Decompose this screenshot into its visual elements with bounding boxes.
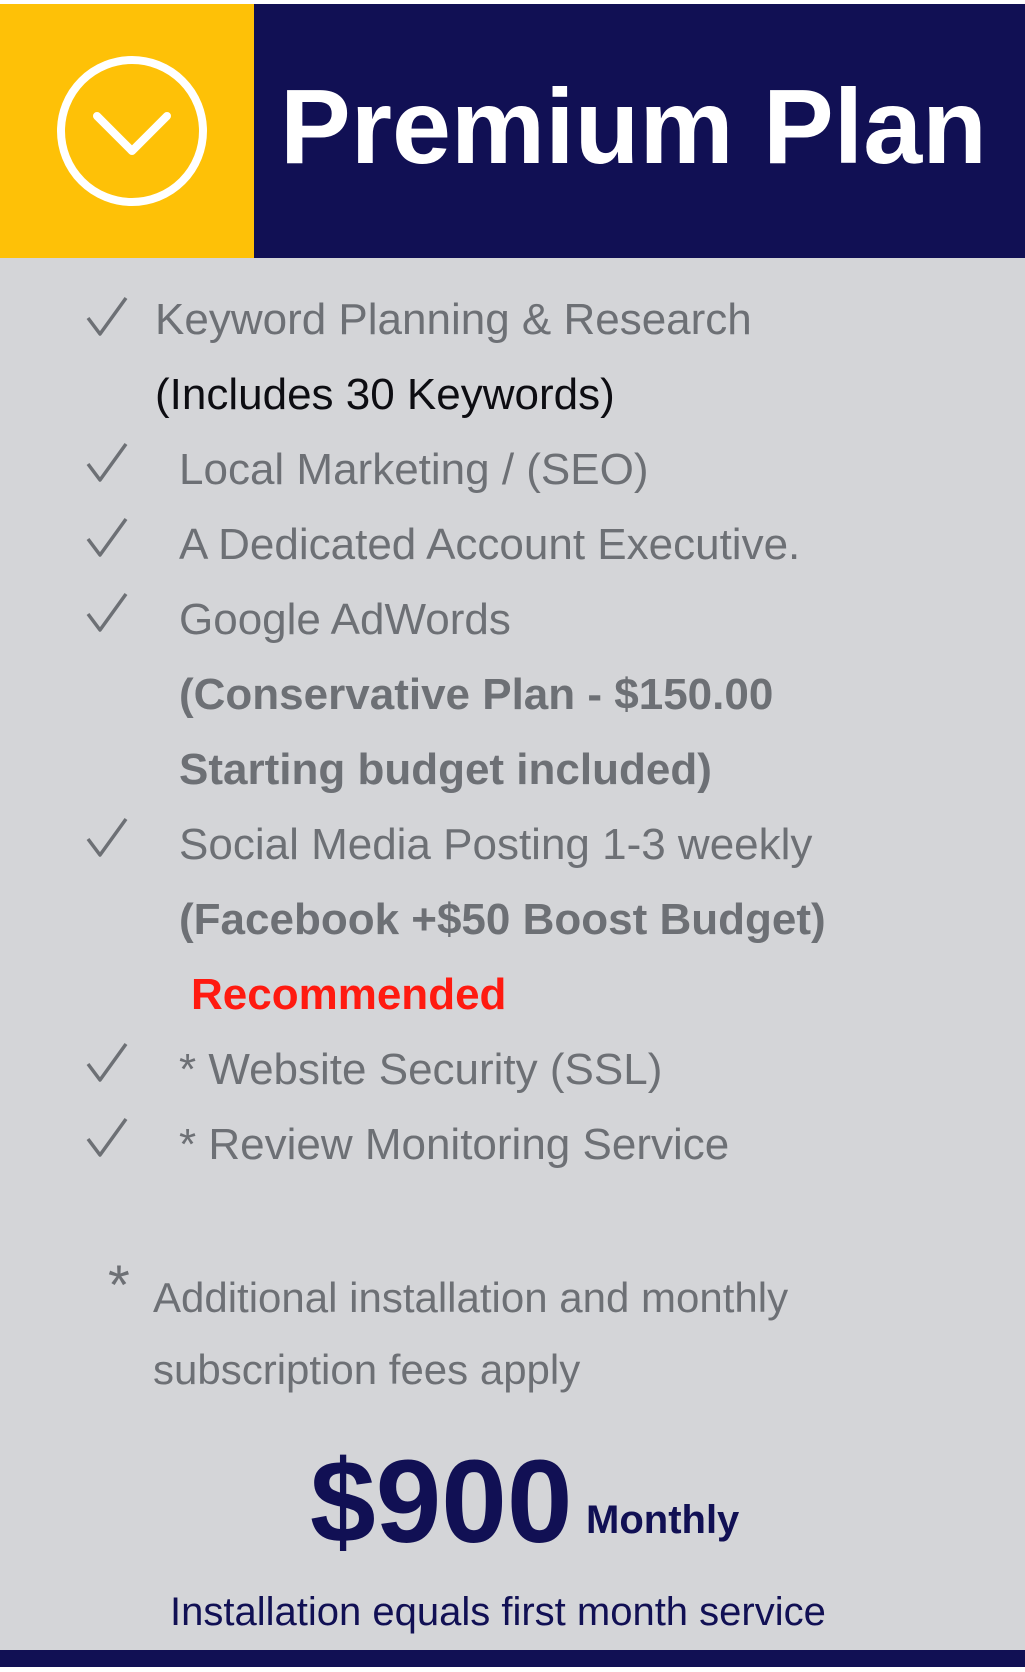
price-period: Monthly bbox=[586, 1498, 740, 1542]
header-title-block: Premium Plan bbox=[254, 4, 1025, 258]
feature-adwords-plan: (Conservative Plan - $150.00 bbox=[179, 670, 774, 719]
feature-adwords-budget: Starting budget included) bbox=[179, 745, 712, 794]
check-icon bbox=[86, 1117, 128, 1157]
pricing-card: Premium Plan Keyword Planning & Research… bbox=[0, 0, 1025, 1672]
check-icon bbox=[86, 517, 128, 557]
feature-keyword-detail: (Includes 30 Keywords) bbox=[155, 370, 615, 419]
footnote-line-2: subscription fees apply bbox=[153, 1346, 581, 1393]
plan-title: Premium Plan bbox=[280, 68, 987, 186]
feature-social-boost: (Facebook +$50 Boost Budget) bbox=[179, 895, 826, 944]
bottom-edge bbox=[0, 1667, 1025, 1672]
installation-note: Installation equals first month service bbox=[170, 1590, 826, 1634]
check-icon bbox=[86, 296, 128, 336]
feature-social-media: Social Media Posting 1-3 weekly bbox=[179, 820, 813, 869]
chevron-down-circle-icon bbox=[57, 56, 207, 206]
feature-website-security: * Website Security (SSL) bbox=[179, 1045, 663, 1094]
feature-google-adwords: Google AdWords bbox=[179, 595, 511, 644]
check-icon bbox=[86, 817, 128, 857]
check-icon bbox=[86, 592, 128, 632]
recommended-label: Recommended bbox=[191, 970, 507, 1019]
plan-header: Premium Plan bbox=[0, 4, 1025, 258]
check-icon bbox=[86, 1042, 128, 1082]
feature-local-marketing: Local Marketing / (SEO) bbox=[179, 445, 649, 494]
feature-keyword-planning: Keyword Planning & Research bbox=[155, 295, 752, 344]
feature-review-monitoring: * Review Monitoring Service bbox=[179, 1120, 730, 1169]
footnote-line-1: Additional installation and monthly bbox=[153, 1274, 789, 1321]
feature-account-executive: A Dedicated Account Executive. bbox=[179, 520, 801, 569]
footnote-asterisk: * bbox=[108, 1253, 130, 1316]
check-icon bbox=[86, 442, 128, 482]
price-amount: $900 bbox=[310, 1436, 573, 1568]
header-accent-block bbox=[0, 4, 254, 258]
